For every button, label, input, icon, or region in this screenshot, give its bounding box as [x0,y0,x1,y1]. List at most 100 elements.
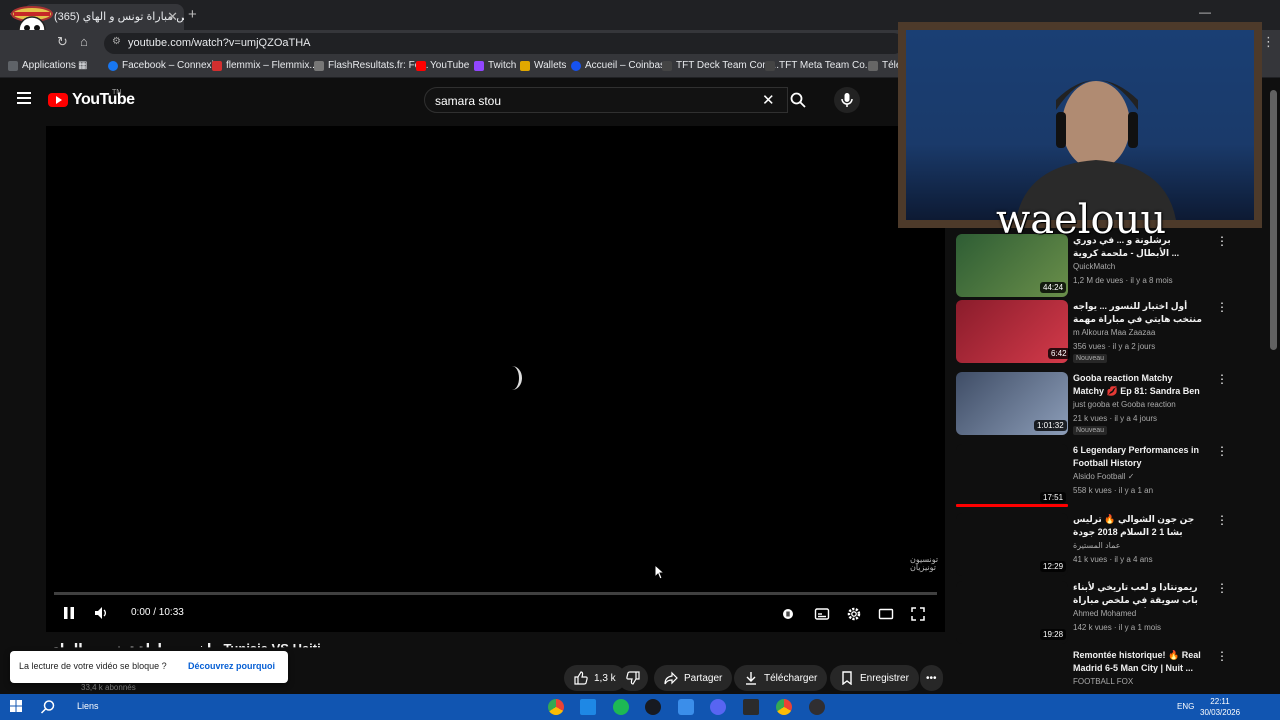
recommendation-title[interactable]: Remontée historique! 🔥 Real Madrid 6-5 M… [1073,649,1205,675]
bookmark-coinbase[interactable]: Accueil – Coinbase [571,60,671,71]
menu-icon[interactable] [17,92,31,104]
address-bar[interactable]: ⚙ youtube.com/watch?v=umjQZOaTHA [104,33,904,54]
youtube-logo-text: YouTube [72,91,135,108]
input-language[interactable]: ENG [1177,702,1194,711]
recommendation-item[interactable]: 6:42 أول اختبار للنسور ... يواجه منتخب ه… [956,300,1256,364]
recommendation-channel[interactable]: FOOTBALL FOX [1073,677,1133,686]
bookmark-youtube[interactable]: YouTube [416,60,469,71]
recommendation-item[interactable]: Remontée historique! 🔥 Real Madrid 6-5 M… [956,649,1256,689]
search-icon[interactable] [790,92,806,108]
autoplay-toggle-icon[interactable] [780,606,796,622]
progress-bar[interactable] [54,592,937,595]
recommendation-channel[interactable]: عماد المستيرة [1073,541,1120,550]
save-button[interactable]: Enregistrer [830,665,919,691]
dislike-button[interactable] [618,665,648,691]
file-explorer-icon[interactable] [580,699,596,715]
recommendation-item[interactable]: 1:01:32 Gooba reaction Matchy Matchy 💋 E… [956,372,1256,436]
clock-time: 22:11 [1210,697,1230,706]
home-icon[interactable]: ⌂ [80,34,88,49]
more-options-icon[interactable]: ⋮ [1216,300,1228,314]
share-button[interactable]: Partager [654,665,733,691]
recommendation-channel[interactable]: just gooba et Gooba reaction [1073,400,1176,409]
duration-badge: 1:01:32 [1034,420,1067,431]
recommendation-item[interactable]: 19:28 ريمونتادا و لعب تاريخي لأبناء باب … [956,581,1256,645]
facebook-icon [108,60,118,71]
youtube-icon [416,60,426,71]
bookmark-wallets[interactable]: Wallets [520,60,566,71]
more-options-icon[interactable]: ⋮ [1216,581,1228,595]
bookmark-tft-meta[interactable]: TFT Meta Team Co... [765,60,873,71]
recommendation-title[interactable]: 6 Legendary Performances in Football His… [1073,444,1205,470]
video-player[interactable]: تونسيون تونيزيان 0:00 / 10:33 [46,126,945,632]
bookmark-facebook[interactable]: Facebook – Connexi... [108,60,222,71]
capcut-icon[interactable] [743,699,759,715]
more-options-icon[interactable]: ⋮ [1216,234,1228,248]
tab-grid-icon[interactable]: ▦ [78,60,87,71]
recommendation-channel[interactable]: Ahmed Mohamed [1073,609,1136,618]
reload-icon[interactable]: ↻ [57,34,68,50]
recommendation-meta: 41 k vues · il y a 4 ans [1073,555,1153,564]
steam-icon[interactable] [645,699,661,715]
chrome-app-icon[interactable] [548,699,564,715]
clear-search-icon[interactable]: ✕ [762,91,775,109]
pause-icon[interactable] [62,606,76,620]
taskbar-search-icon[interactable] [40,699,56,715]
tab-close-icon[interactable]: ✕ [167,9,178,25]
site-info-icon[interactable]: ⚙ [112,36,121,47]
youtube-logo[interactable]: YouTube [48,91,135,109]
bookmark-twitch[interactable]: Twitch [474,60,516,71]
recommendation-title[interactable]: Gooba reaction Matchy Matchy 💋 Ep 81: Sa… [1073,372,1205,399]
recommendation-item[interactable]: 44:24 برشلونة و ... في دوري الأبطال - مل… [956,234,1256,298]
more-options-icon[interactable]: ⋮ [1216,649,1228,663]
minimize-icon[interactable]: — [1199,5,1211,19]
download-icon [746,672,756,685]
recommendation-item[interactable]: 12:29 جن جون الشوالي 🔥 ترليس بشا 1 2 الس… [956,513,1256,577]
obs-icon[interactable] [809,699,825,715]
browser-menu-icon[interactable]: ⋮ [1262,34,1275,50]
more-options-icon[interactable]: ⋮ [1216,513,1228,527]
new-tab-icon[interactable]: + [188,6,197,23]
chrome-active-icon[interactable] [776,699,792,715]
bookmark-tele[interactable]: Télé [868,60,901,71]
more-actions-button[interactable]: ••• [920,665,943,691]
subtitles-icon[interactable] [814,606,830,622]
page-scrollbar[interactable] [1268,80,1280,692]
subscriber-count: 33,4 k abonnés [81,683,136,692]
watched-progress-bar [956,504,1068,507]
bookmark-applications[interactable]: Applications [8,60,76,71]
recommendation-channel[interactable]: Alsido Football ✓ [1073,472,1134,481]
recommendation-title[interactable]: ريمونتادا و لعب تاريخي لأبناء باب سويقة … [1073,581,1205,608]
recommendation-meta: 558 k vues · il y a 1 an [1073,486,1154,495]
recommendation-title[interactable]: جن جون الشوالي 🔥 ترليس بشا 1 2 السلام 20… [1073,513,1205,540]
settings-gear-icon[interactable] [846,606,862,622]
more-options-icon[interactable]: ⋮ [1216,372,1228,386]
vscode-icon[interactable] [678,699,694,715]
volume-icon[interactable] [94,606,108,620]
bookmark-flashresultats[interactable]: FlashResultats.fr: Fo... [314,60,429,71]
system-clock[interactable]: 22:11 30/03/2026 [1200,696,1240,718]
discord-icon[interactable] [710,699,726,715]
mouse-cursor-icon [654,564,666,580]
fullscreen-icon[interactable] [910,606,926,622]
recommendation-title[interactable]: أول اختبار للنسور ... يواجه منتخب هايتي … [1073,300,1205,327]
voice-search-button[interactable] [834,87,860,113]
theater-mode-icon[interactable] [878,606,894,622]
streamer-silhouette [1016,80,1176,220]
bookmark-tft-deck[interactable]: TFT Deck Team Com... [662,60,779,71]
url-text: youtube.com/watch?v=umjQZOaTHA [128,37,311,49]
recommendation-item[interactable]: 17:51 6 Legendary Performances in Footba… [956,444,1256,508]
flashresultats-icon [314,60,324,71]
recommendation-channel[interactable]: m Alkoura Maa Zaazaa [1073,328,1155,337]
like-button[interactable]: 1,3 k [564,665,626,691]
download-button[interactable]: Télécharger [734,665,828,691]
bookmark-flemmix[interactable]: flemmix – Flemmix... [212,60,318,71]
scrollbar-thumb[interactable] [1270,90,1277,350]
more-options-icon[interactable]: ⋮ [1216,444,1228,458]
search-input[interactable]: samara stou [424,87,788,113]
channel-watermark: تونسيون تونيزيان [910,555,939,572]
learn-why-link[interactable]: Découvrez pourquoi [188,661,275,671]
windows-start-icon[interactable] [10,700,22,712]
spotify-icon[interactable] [613,699,629,715]
taskbar-links-label[interactable]: Liens [77,701,99,711]
recommendation-channel[interactable]: QuickMatch [1073,262,1115,271]
